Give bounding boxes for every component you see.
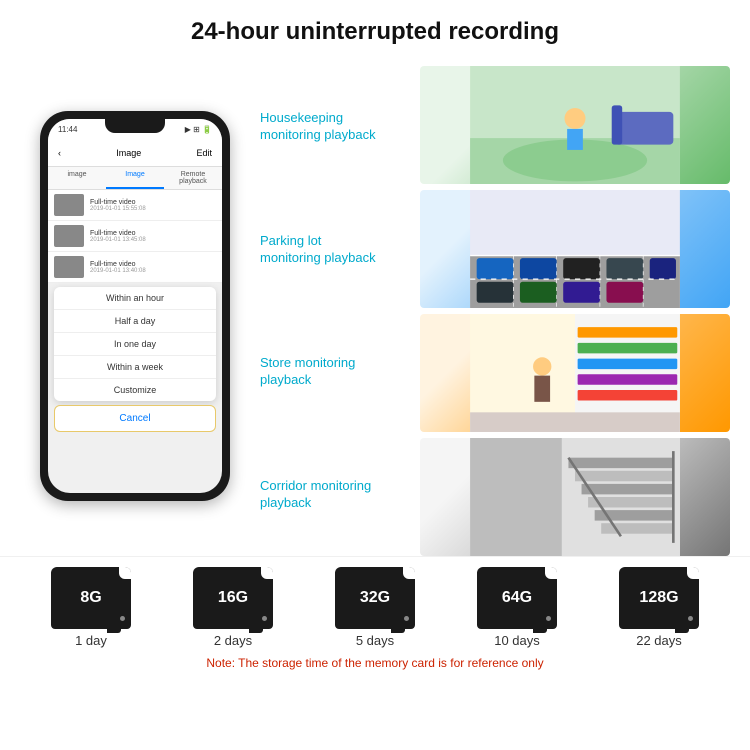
page-container: 24-hour uninterrupted recording 11:44 ▶ …	[0, 0, 750, 678]
phone-dropdown: Within an hour Half a day In one day Wit…	[54, 287, 216, 401]
list-item-3[interactable]: Full-time video 2019-01-01 13:40:08	[48, 252, 222, 283]
label-2: Parking lotmonitoring playback	[260, 233, 410, 267]
video-thumb-3	[54, 256, 84, 278]
scene-image-2	[420, 190, 730, 308]
sd-card-8g: 8G	[51, 567, 131, 629]
storage-card-16g: 16G 2 days	[193, 567, 273, 648]
sd-size-64g: 64G	[502, 589, 532, 607]
phone-screen: 11:44 ▶ ⊞ 🔋 ‹ Image Edit image Image Rem…	[48, 119, 222, 493]
video-title-3: Full-time video	[90, 261, 146, 268]
video-thumb-1	[54, 194, 84, 216]
sd-dot-5	[688, 616, 693, 621]
phone-nav-title: Image	[116, 148, 141, 158]
scene-image-3	[420, 314, 730, 432]
sd-card-128g: 128G	[619, 567, 699, 629]
phone-tabs: image Image Remote playback	[48, 167, 222, 190]
sd-card-notch-3	[403, 567, 415, 579]
storage-days-32g: 5 days	[356, 633, 394, 648]
sd-card-64g: 64G	[477, 567, 557, 629]
storage-section: 8G 1 day 16G 2 days 32G 5	[0, 556, 750, 678]
storage-card-8g: 8G 1 day	[51, 567, 131, 648]
sd-dot-1	[120, 616, 125, 621]
storage-days-16g: 2 days	[214, 633, 252, 648]
storage-days-64g: 10 days	[494, 633, 540, 648]
sd-card-notch-5	[687, 567, 699, 579]
sd-card-notch-2	[261, 567, 273, 579]
dropdown-item-2[interactable]: Half a day	[54, 310, 216, 333]
phone-nav-bar: ‹ Image Edit	[48, 139, 222, 167]
sd-dot-4	[546, 616, 551, 621]
storage-cards: 8G 1 day 16G 2 days 32G 5	[20, 567, 730, 648]
sd-size-8g: 8G	[80, 589, 101, 607]
phone-tab-image1[interactable]: image	[48, 167, 106, 189]
images-column	[420, 66, 730, 556]
sd-card-32g: 32G	[335, 567, 415, 629]
sd-dot-2	[262, 616, 267, 621]
list-item-1[interactable]: Full-time video 2019-01-01 15:55:08	[48, 190, 222, 221]
dropdown-item-4[interactable]: Within a week	[54, 356, 216, 379]
list-item-2[interactable]: Full-time video 2019-01-01 13:45:08	[48, 221, 222, 252]
storage-days-128g: 22 days	[636, 633, 682, 648]
sd-card-16g: 16G	[193, 567, 273, 629]
sd-size-16g: 16G	[218, 589, 248, 607]
note-text: Note: The storage time of the memory car…	[20, 656, 730, 670]
label-4: Corridor monitoringplayback	[260, 478, 410, 512]
page-title: 24-hour uninterrupted recording	[0, 0, 750, 56]
storage-days-8g: 1 day	[75, 633, 107, 648]
right-section: Housekeepingmonitoring playback Parking …	[260, 56, 730, 556]
phone-device: 11:44 ▶ ⊞ 🔋 ‹ Image Edit image Image Rem…	[40, 111, 230, 501]
sd-card-notch-1	[119, 567, 131, 579]
storage-card-128g: 128G 22 days	[619, 567, 699, 648]
sd-dot-3	[404, 616, 409, 621]
video-date-1: 2019-01-01 15:55:08	[90, 206, 146, 212]
video-date-2: 2019-01-01 13:45:08	[90, 237, 146, 243]
label-3: Store monitoringplayback	[260, 355, 410, 389]
video-date-3: 2019-01-01 13:40:08	[90, 268, 146, 274]
phone-section: 11:44 ▶ ⊞ 🔋 ‹ Image Edit image Image Rem…	[20, 56, 250, 556]
dropdown-item-5[interactable]: Customize	[54, 379, 216, 401]
phone-icons: ▶ ⊞ 🔋	[185, 125, 212, 134]
labels-column: Housekeepingmonitoring playback Parking …	[260, 66, 410, 556]
phone-notch	[105, 119, 165, 133]
phone-tab-image2[interactable]: Image	[106, 167, 164, 189]
video-thumb-2	[54, 225, 84, 247]
video-title-1: Full-time video	[90, 199, 146, 206]
dropdown-item-1[interactable]: Within an hour	[54, 287, 216, 310]
video-title-2: Full-time video	[90, 230, 146, 237]
sd-size-128g: 128G	[639, 589, 678, 607]
phone-edit[interactable]: Edit	[196, 148, 212, 158]
phone-time: 11:44	[58, 125, 77, 134]
label-1: Housekeepingmonitoring playback	[260, 110, 410, 144]
storage-card-64g: 64G 10 days	[477, 567, 557, 648]
sd-size-32g: 32G	[360, 589, 390, 607]
cancel-button[interactable]: Cancel	[54, 405, 216, 432]
dropdown-item-3[interactable]: In one day	[54, 333, 216, 356]
phone-back[interactable]: ‹	[58, 148, 61, 158]
scene-image-1	[420, 66, 730, 184]
scene-image-4	[420, 438, 730, 556]
main-content: 11:44 ▶ ⊞ 🔋 ‹ Image Edit image Image Rem…	[0, 56, 750, 556]
phone-tab-remote[interactable]: Remote playback	[164, 167, 222, 189]
sd-card-notch-4	[545, 567, 557, 579]
storage-card-32g: 32G 5 days	[335, 567, 415, 648]
